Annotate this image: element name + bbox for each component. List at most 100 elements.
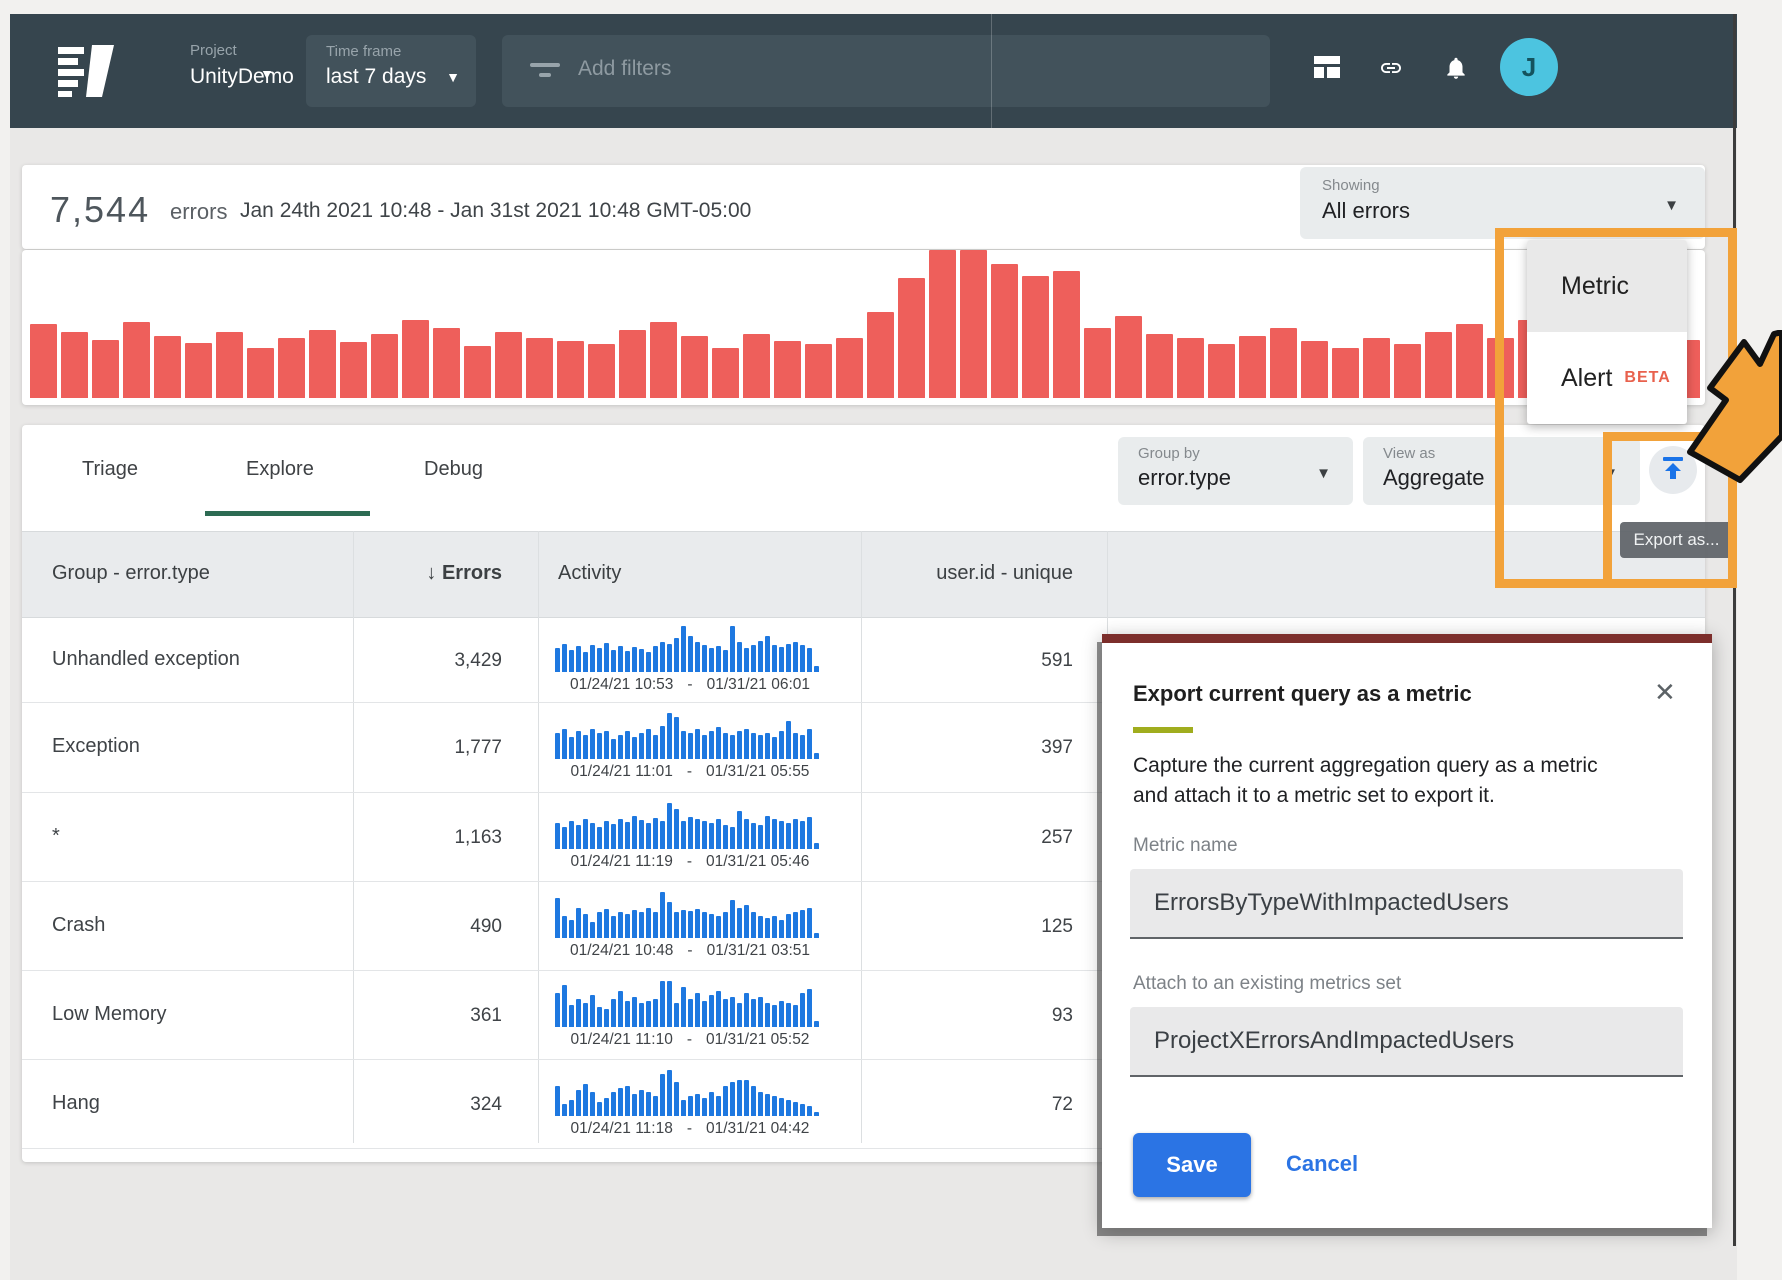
histogram-bar[interactable] [278, 338, 305, 398]
histogram-bar[interactable] [216, 332, 243, 398]
sparkline-bar [758, 735, 763, 759]
histogram-bar[interactable] [619, 330, 646, 398]
histogram-bar[interactable] [154, 336, 181, 398]
histogram-bar[interactable] [1425, 332, 1452, 398]
project-selector[interactable]: Project UnityDemo [190, 42, 294, 89]
save-button[interactable]: Save [1133, 1133, 1251, 1197]
sparkline-bar [674, 1003, 679, 1027]
histogram-bar[interactable] [526, 338, 553, 398]
histogram-bar[interactable] [1084, 328, 1111, 398]
histogram-bar[interactable] [61, 332, 88, 398]
user-avatar[interactable]: J [1500, 38, 1558, 96]
sparkline-bar [681, 987, 686, 1027]
sparkline-bar [709, 823, 714, 849]
histogram-bar[interactable] [1146, 334, 1173, 398]
activity-sparkline[interactable] [555, 892, 827, 938]
histogram-bar[interactable] [185, 343, 212, 398]
histogram-bar[interactable] [1239, 336, 1266, 398]
sparkline-bar [793, 1102, 798, 1116]
activity-sparkline[interactable] [555, 626, 827, 672]
attach-set-field[interactable]: ProjectXErrorsAndImpactedUsers [1130, 1007, 1683, 1077]
tab-debug[interactable]: Debug [424, 458, 483, 481]
histogram-bar[interactable] [309, 330, 336, 398]
dashboard-grid-icon[interactable] [1313, 55, 1341, 84]
histogram-bar[interactable] [650, 322, 677, 398]
histogram-bar[interactable] [1456, 324, 1483, 398]
histogram-bar[interactable] [1301, 341, 1328, 398]
column-header-activity[interactable]: Activity [558, 562, 621, 585]
histogram-bar[interactable] [1177, 338, 1204, 398]
histogram-bar[interactable] [1363, 338, 1390, 398]
histogram-bar[interactable] [247, 348, 274, 398]
activity-sparkline[interactable] [555, 803, 827, 849]
backtrace-logo-icon[interactable] [56, 42, 118, 102]
group-by-dropdown[interactable]: Group by error.type ▼ [1118, 437, 1353, 505]
sparkline-bar [751, 1086, 756, 1116]
histogram-bar[interactable] [712, 348, 739, 398]
histogram-bar[interactable] [774, 341, 801, 398]
attach-set-value[interactable]: ProjectXErrorsAndImpactedUsers [1130, 1007, 1683, 1077]
histogram-bar[interactable] [681, 336, 708, 398]
histogram-bar[interactable] [123, 322, 150, 398]
histogram-bar[interactable] [1115, 316, 1142, 398]
add-filters-input[interactable]: Add filters [502, 35, 1270, 107]
histogram-bar[interactable] [433, 328, 460, 398]
histogram-bar[interactable] [1022, 276, 1049, 398]
share-link-icon[interactable] [1377, 56, 1405, 85]
column-header-users[interactable]: user.id - unique [861, 562, 1073, 585]
metric-name-field[interactable]: ErrorsByTypeWithImpactedUsers [1130, 869, 1683, 939]
tab-explore[interactable]: Explore [246, 458, 314, 481]
histogram-bar[interactable] [836, 338, 863, 398]
histogram-bar[interactable] [557, 341, 584, 398]
sparkline-bar [632, 997, 637, 1027]
metric-name-value[interactable]: ErrorsByTypeWithImpactedUsers [1130, 869, 1683, 939]
histogram-bar[interactable] [898, 278, 925, 398]
sparkline-bar [667, 1070, 672, 1116]
sparkline-bar [660, 726, 665, 759]
histogram-bar[interactable] [805, 344, 832, 398]
histogram-bar[interactable] [1053, 271, 1080, 398]
cancel-button[interactable]: Cancel [1286, 1151, 1358, 1177]
chevron-down-icon[interactable]: ▼ [260, 66, 274, 82]
activity-sparkline[interactable] [555, 981, 827, 1027]
activity-sparkline[interactable] [555, 1070, 827, 1116]
sparkline-bar [702, 735, 707, 759]
histogram-bar[interactable] [588, 344, 615, 398]
activity-sparkline[interactable] [555, 713, 827, 759]
sparkline-bar [681, 910, 686, 938]
metric-name-label: Metric name [1133, 835, 1238, 857]
errors-histogram[interactable] [30, 250, 1697, 398]
close-icon[interactable]: ✕ [1654, 677, 1676, 708]
sparkline-bar [611, 999, 616, 1027]
histogram-bar[interactable] [402, 320, 429, 398]
sparkline-bar [737, 811, 742, 849]
sparkline-bar [604, 1098, 609, 1116]
histogram-bar[interactable] [1208, 344, 1235, 398]
histogram-bar[interactable] [991, 264, 1018, 398]
sparkline-bar [583, 914, 588, 938]
histogram-bar[interactable] [1332, 348, 1359, 398]
histogram-bar[interactable] [867, 312, 894, 398]
histogram-bar[interactable] [30, 324, 57, 398]
tab-triage[interactable]: Triage [82, 458, 138, 481]
sparkline-bar [688, 636, 693, 672]
sparkline-bar [632, 1094, 637, 1116]
histogram-bar[interactable] [743, 334, 770, 398]
notifications-bell-icon[interactable] [1443, 54, 1469, 87]
sparkline-bar [779, 1098, 784, 1116]
sparkline-bar [569, 650, 574, 672]
histogram-bar[interactable] [1394, 344, 1421, 398]
timeframe-selector[interactable]: Time frame last 7 days ▼ [306, 35, 476, 107]
histogram-bar[interactable] [929, 250, 956, 398]
histogram-bar[interactable] [1270, 328, 1297, 398]
histogram-bar[interactable] [464, 346, 491, 398]
column-header-errors[interactable]: ↓ Errors [310, 562, 502, 585]
histogram-bar[interactable] [92, 340, 119, 398]
histogram-bar[interactable] [371, 334, 398, 398]
histogram-bar[interactable] [495, 332, 522, 398]
sparkline-bar [716, 1096, 721, 1116]
histogram-bar[interactable] [960, 250, 987, 398]
histogram-bar[interactable] [340, 342, 367, 398]
column-header-group[interactable]: Group - error.type [52, 562, 210, 585]
sparkline-bar [583, 1084, 588, 1116]
